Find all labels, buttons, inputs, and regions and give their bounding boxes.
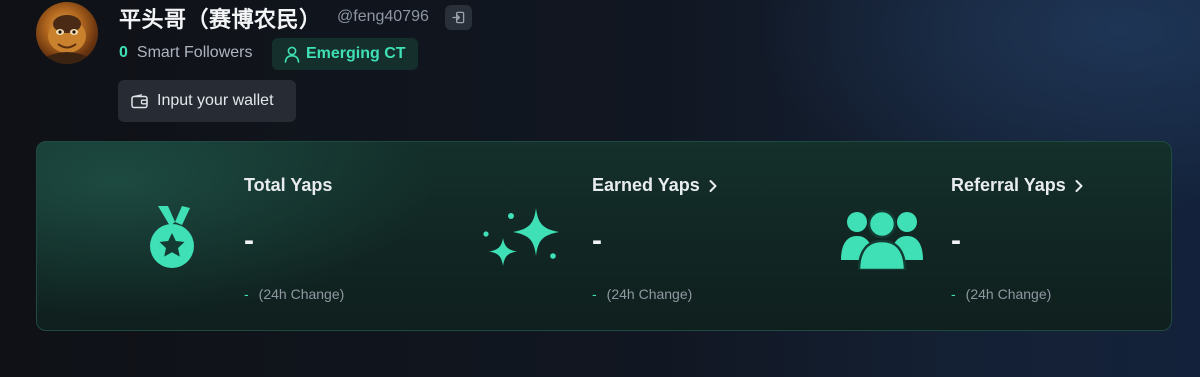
wallet-icon (131, 93, 148, 108)
yaps-stats-card: Total Yaps - - (24h Change) Earned Yaps -… (36, 141, 1172, 331)
referral-yaps-link[interactable]: Referral Yaps (951, 175, 1084, 196)
stat-earned-yaps: Earned Yaps - - (24h Change) (457, 142, 817, 332)
stat-change-value: - (951, 286, 956, 302)
users-icon (841, 209, 923, 270)
medal-icon (150, 206, 194, 268)
earned-yaps-link[interactable]: Earned Yaps (592, 175, 718, 196)
smart-followers-label: Smart Followers (136, 44, 253, 61)
user-icon (284, 46, 300, 63)
badge-label: Emerging CT (306, 45, 406, 62)
avatar (36, 2, 98, 64)
chevron-right-icon (709, 179, 717, 192)
smart-followers-count: 0 (119, 44, 128, 61)
emerging-ct-badge: Emerging CT (272, 38, 418, 70)
stat-change-value: - (244, 286, 249, 302)
smart-followers: 0 Smart Followers (119, 44, 252, 62)
stat-change: - (24h Change) (244, 286, 344, 302)
stat-change-label: (24h Change) (258, 286, 345, 302)
profile-name: 平头哥（赛博农民） (119, 8, 322, 33)
stat-value: - (951, 224, 961, 257)
stat-value: - (244, 224, 254, 257)
stat-change-label: (24h Change) (965, 286, 1052, 302)
profile-handle: @feng40796 (337, 8, 429, 25)
stat-change-value: - (592, 286, 597, 302)
stat-value: - (592, 224, 602, 257)
wallet-button-label: Input your wallet (157, 92, 274, 109)
sparkles-icon (483, 208, 559, 266)
stat-change-label: (24h Change) (606, 286, 693, 302)
stat-change: - (24h Change) (951, 286, 1051, 302)
chevron-right-icon (1075, 179, 1083, 192)
input-wallet-button[interactable]: Input your wallet (118, 80, 296, 122)
logout-button[interactable] (445, 5, 472, 30)
logout-icon (452, 11, 465, 24)
stat-change: - (24h Change) (592, 286, 692, 302)
stat-title: Total Yaps (244, 175, 333, 195)
stat-total-yaps: Total Yaps - - (24h Change) (37, 142, 457, 332)
stat-referral-yaps: Referral Yaps - - (24h Change) (817, 142, 1173, 332)
